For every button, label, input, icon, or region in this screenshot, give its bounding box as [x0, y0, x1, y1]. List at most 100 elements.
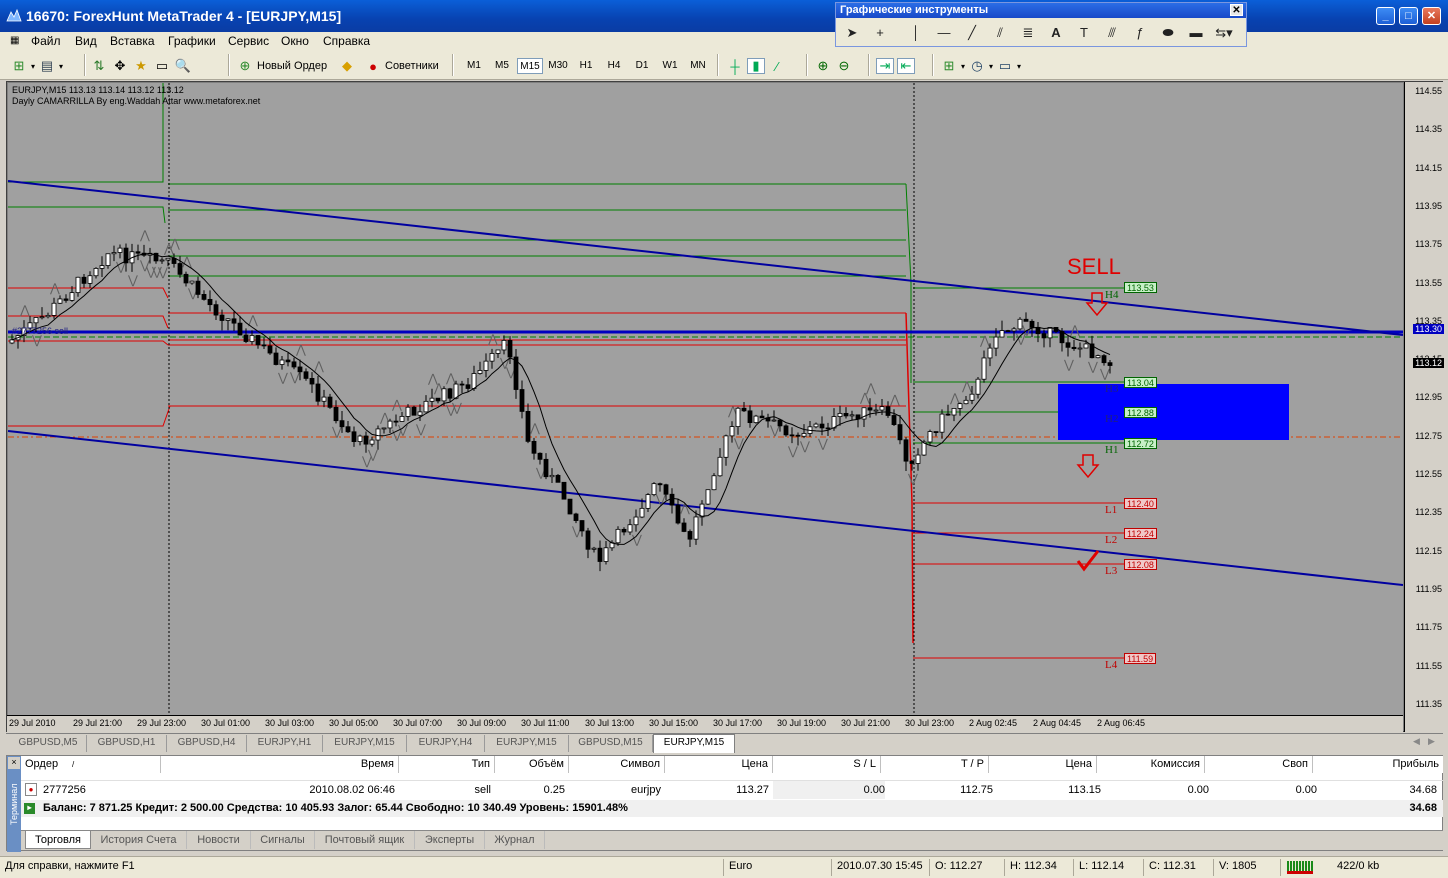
tabs-scroll-right-icon[interactable]: ▶	[1428, 736, 1435, 747]
line-chart-icon[interactable]: ∕	[768, 58, 786, 74]
profiles-icon[interactable]: ▤	[38, 58, 56, 74]
indicators-icon[interactable]: ⊞	[940, 58, 958, 74]
tf-h1[interactable]: H1	[573, 58, 599, 74]
chart-window-icon[interactable]: ▦	[10, 35, 19, 46]
tab-account-history[interactable]: История Счета	[91, 831, 187, 849]
col-tp[interactable]: T / P	[881, 756, 989, 773]
tf-d1[interactable]: D1	[629, 58, 655, 74]
data-window-icon[interactable]: ✥	[111, 58, 129, 74]
price-axis[interactable]: 114.55 114.35 114.15 113.95 113.75 113.55 113.…	[1404, 82, 1444, 732]
candlestick-icon[interactable]: ▮	[747, 58, 765, 74]
market-watch-icon[interactable]: ⇅	[90, 58, 108, 74]
metaeditor-icon[interactable]: ◆	[338, 58, 356, 74]
terminal-tabs: Торговля История Счета Новости Сигналы П…	[21, 830, 1443, 850]
trendline-icon[interactable]: ╱	[962, 24, 982, 42]
crosshair-tool-icon[interactable]: +	[870, 24, 890, 42]
arrows-dropdown-icon[interactable]: ⇆▾	[1214, 24, 1234, 42]
expert-advisors-button[interactable]: ● Советники	[364, 55, 439, 77]
zoom-out-icon[interactable]: ⊖	[835, 58, 853, 74]
close-button[interactable]: ✕	[1422, 7, 1441, 25]
chart-tab[interactable]: GBPUSD,M5	[10, 735, 87, 752]
menu-help[interactable]: Справка	[323, 34, 370, 48]
col-volume[interactable]: Объём	[495, 756, 569, 773]
zoom-in-icon[interactable]: ⊕	[814, 58, 832, 74]
menu-view[interactable]: Вид	[75, 34, 97, 48]
tf-m15[interactable]: M15	[517, 58, 543, 74]
tab-mailbox[interactable]: Почтовый ящик	[315, 831, 415, 849]
tf-m5[interactable]: M5	[489, 58, 515, 74]
equidistant-channel-icon[interactable]: ⫽	[990, 24, 1010, 42]
col-symbol[interactable]: Символ	[569, 756, 665, 773]
tf-mn[interactable]: MN	[685, 58, 711, 74]
tabs-scroll-left-icon[interactable]: ◀	[1413, 736, 1420, 747]
chart-plot-area[interactable]: ⋀ ⋁ ⋀ ⋁ ⋁ ⋀ ⋁ ⋁ ⋁ ⋁ ⋀ ⋀ ⋀ ⋁ ⋀ ⋁ ⋁ ⋀ ⋀ ⋁ ⋁ ⋁ ⋀ ⋀ ⋁ ⋁ ⋁ ⋀ ⋀ ⋀ ⋁ ⋁ ⋀ ⋁ ⋁ ⋀ ⋁ ⋁ ⋁ ⋁…	[8, 83, 1403, 715]
tab-trade[interactable]: Торговля	[25, 831, 91, 849]
col-profit[interactable]: Прибыль	[1313, 756, 1443, 773]
minimize-button[interactable]: _	[1376, 7, 1395, 25]
chart-tab[interactable]: EURJPY,H1	[247, 735, 323, 752]
chart-shift-icon[interactable]: ⇤	[897, 58, 915, 74]
bar-chart-icon[interactable]: ┼	[726, 58, 744, 74]
text-tool-icon[interactable]: A	[1046, 24, 1066, 42]
palette-close-button[interactable]: ✕	[1230, 4, 1243, 16]
cursor-tool-icon[interactable]: ➤	[842, 24, 862, 42]
vertical-line-icon[interactable]: │	[906, 24, 926, 42]
tab-journal[interactable]: Журнал	[485, 831, 545, 849]
templates-icon[interactable]: ▭	[996, 58, 1014, 74]
menu-tools[interactable]: Сервис	[228, 34, 269, 48]
fibo-arcs-icon[interactable]: ƒ	[1130, 24, 1150, 42]
chart-tab[interactable]: GBPUSD,H4	[167, 735, 247, 752]
horizontal-line-icon[interactable]: —	[934, 24, 954, 42]
connection-status-icon[interactable]	[1287, 861, 1313, 874]
menu-file[interactable]: Файл	[31, 34, 61, 48]
tab-experts[interactable]: Эксперты	[415, 831, 485, 849]
menu-insert[interactable]: Вставка	[110, 34, 155, 48]
chart-tab[interactable]: GBPUSD,M15	[569, 735, 653, 752]
autoscroll-icon[interactable]: ⇥	[876, 58, 894, 74]
col-price[interactable]: Цена	[665, 756, 773, 773]
menu-charts[interactable]: Графики	[168, 34, 216, 48]
candle-body	[201, 294, 207, 300]
col-commission[interactable]: Комиссия	[1097, 756, 1205, 773]
tester-icon[interactable]: 🔍	[174, 58, 192, 74]
palette-title-bar[interactable]: Графические инструменты ✕	[836, 3, 1246, 18]
menu-window[interactable]: Окно	[281, 34, 309, 48]
time-axis[interactable]: 29 Jul 2010 29 Jul 21:00 29 Jul 23:00 30 Ju…	[7, 715, 1403, 732]
chart-tab-active[interactable]: EURJPY,M15	[653, 734, 735, 753]
tab-news[interactable]: Новости	[187, 831, 251, 849]
tab-signals[interactable]: Сигналы	[251, 831, 315, 849]
maximize-button[interactable]: □	[1399, 7, 1418, 25]
fibonacci-icon[interactable]: ≣	[1018, 24, 1038, 42]
chart-tab[interactable]: EURJPY,M15	[323, 735, 407, 752]
chart-tab[interactable]: EURJPY,M15	[485, 735, 569, 752]
candle-body	[801, 433, 807, 437]
new-chart-icon[interactable]: ⊞	[10, 58, 28, 74]
terminal-close-icon[interactable]: ×	[8, 757, 20, 769]
col-sl[interactable]: S / L	[773, 756, 881, 773]
terminal-side-label[interactable]: Терминал	[7, 756, 21, 852]
periods-clock-icon[interactable]: ◷	[968, 58, 986, 74]
ellipse-icon[interactable]: ⬬	[1158, 24, 1178, 42]
fibo-fan-icon[interactable]: ⫻	[1102, 24, 1122, 42]
order-sl[interactable]: 0.00	[773, 781, 885, 799]
chart-tab[interactable]: GBPUSD,H1	[87, 735, 167, 752]
status-profile[interactable]: Euro	[729, 860, 752, 872]
col-type[interactable]: Тип	[399, 756, 495, 773]
price-tick-label: 112.35	[1415, 507, 1442, 518]
tf-h4[interactable]: H4	[601, 58, 627, 74]
col-swap[interactable]: Своп	[1205, 756, 1313, 773]
tf-m1[interactable]: M1	[461, 58, 487, 74]
col-order[interactable]: Ордер	[21, 756, 161, 773]
tf-w1[interactable]: W1	[657, 58, 683, 74]
rectangle-icon[interactable]: ▬	[1186, 24, 1206, 42]
tf-m30[interactable]: M30	[545, 58, 571, 74]
terminal-icon[interactable]: ▭	[153, 58, 171, 74]
col-current-price[interactable]: Цена	[989, 756, 1097, 773]
text-label-icon[interactable]: T	[1074, 24, 1094, 42]
new-order-button[interactable]: ⊕ Новый Ордер	[236, 55, 328, 77]
navigator-icon[interactable]: ★	[132, 58, 150, 74]
order-row[interactable]: ● 2777256 2010.08.02 06:46 sell 0.25 eur…	[21, 780, 1443, 799]
col-time[interactable]: Время	[161, 756, 399, 773]
chart-tab[interactable]: EURJPY,H4	[407, 735, 485, 752]
order-tp[interactable]: 112.75	[889, 781, 993, 799]
